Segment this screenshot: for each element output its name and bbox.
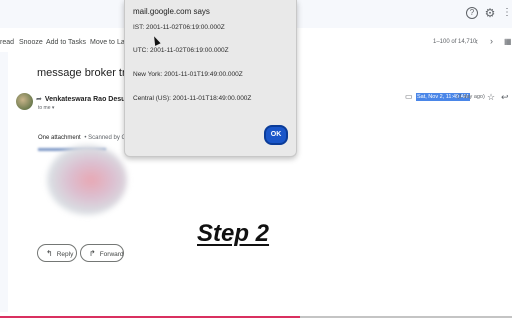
move-to-button[interactable]: Move to (90, 39, 115, 46)
step-overlay-label: Step 2 (197, 220, 270, 247)
attachment-thumbnail[interactable] (47, 145, 127, 215)
help-icon[interactable]: ? (466, 7, 478, 19)
view-toggle-icon[interactable]: ▦ (504, 37, 512, 46)
attachment-summary: One attachment • Scanned by G (38, 135, 126, 141)
email-relative-time: (1 day ago) (457, 94, 485, 100)
reply-button[interactable]: ↰ Reply (37, 244, 77, 262)
star-icon[interactable]: ☆ (487, 92, 495, 103)
prev-page-icon[interactable]: ‹ (475, 36, 478, 46)
recipient-line[interactable]: to me ▾ (38, 105, 54, 111)
scan-notice: • Scanned by G (84, 135, 127, 141)
chevron-down-icon: ▾ (51, 105, 55, 111)
reply-icon[interactable]: ↩ (501, 92, 509, 103)
settings-icon[interactable]: ⚙ (483, 6, 497, 20)
forward-label: Forward (99, 251, 124, 258)
scan-notice-text: Scanned by G (88, 135, 127, 141)
dialog-line-new-york: New York: 2001-11-01T19:49:00.000Z (133, 71, 243, 78)
video-progress-played (0, 316, 300, 318)
avatar (16, 93, 33, 110)
dialog-title: mail.google.com says (133, 7, 210, 16)
dialog-line-utc: UTC: 2001-11-02T06:19:00.000Z (133, 47, 229, 54)
reply-label: Reply (56, 251, 74, 258)
reply-arrow-icon: ↰ (46, 249, 53, 258)
recipient-text: to me (38, 105, 51, 111)
pagination-count: 1–100 of 14,710 (433, 39, 477, 45)
ok-button[interactable]: OK (264, 125, 288, 145)
dialog-line-ist: IST: 2001-11-02T06:19:00.000Z (133, 24, 225, 31)
forwarded-arrow-icon: ➦ (36, 96, 42, 103)
next-page-icon[interactable]: › (490, 36, 493, 46)
snooze-button[interactable]: Snooze (19, 39, 43, 46)
attachment-count: One attachment (38, 135, 81, 141)
left-sidebar-strip (0, 52, 8, 312)
add-to-tasks-button[interactable]: Add to Tasks (46, 39, 86, 46)
label-icon: ▭ (405, 92, 413, 101)
video-progress-remaining (300, 316, 512, 318)
sender-name-text: Venkateswara Rao Desu (44, 96, 126, 103)
apps-icon[interactable]: ⋮ (500, 6, 512, 20)
alert-dialog: mail.google.com says IST: 2001-11-02T06:… (124, 0, 297, 157)
forward-arrow-icon: ↱ (89, 249, 96, 258)
sender-name: ➦ Venkateswara Rao Desu (36, 95, 125, 103)
mark-read-button[interactable]: read (0, 39, 14, 46)
dialog-line-central: Central (US): 2001-11-01T18:49:00.000Z (133, 95, 252, 102)
forward-button[interactable]: ↱ Forward (80, 244, 124, 262)
